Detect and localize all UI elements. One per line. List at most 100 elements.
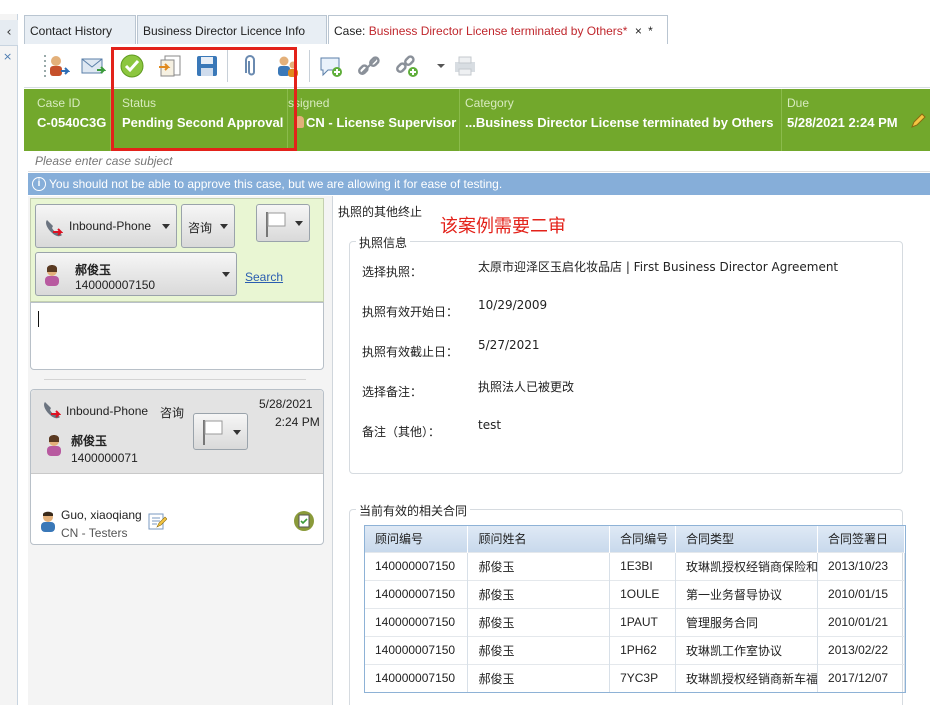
table-cell: 2013/02/22 [817, 635, 905, 664]
table-cell: 2013/10/23 [817, 551, 905, 580]
table-cell: 郝俊玉 [467, 579, 611, 608]
edit-pencil-icon[interactable] [910, 113, 926, 129]
table-cell: 2010/01/21 [817, 607, 905, 636]
table-header-row: 顾问编号 顾问姓名 合同编号 合同类型 合同签署日 [365, 526, 905, 552]
column-header[interactable]: 合同签署日 [817, 526, 905, 552]
agent-avatar-icon [39, 510, 57, 532]
assigned-text: CN - License Supervisor [306, 115, 457, 130]
flag-icon [263, 210, 289, 238]
table-cell: 郝俊玉 [467, 635, 611, 664]
interaction-card[interactable]: Inbound-Phone 咨询 5/28/2021 2:24 PM 郝俊玉 1… [30, 389, 324, 545]
due-cell[interactable]: Due 5/28/2021 2:24 PM [782, 89, 930, 151]
chevron-down-icon [295, 221, 303, 226]
case-id-label: Case ID [37, 96, 81, 110]
field-label: 备注（其他）： [362, 425, 441, 439]
agent-name: Guo, xiaoqiang [61, 508, 142, 522]
flag-icon [200, 418, 226, 446]
second-approval-note: 该案例需要二审 [440, 216, 566, 237]
print-icon [452, 53, 478, 79]
agent-team: CN - Testers [61, 526, 128, 540]
collapse-arrow-icon[interactable]: ‹ [0, 20, 18, 46]
interaction-contact-id: 1400000071 [71, 451, 138, 465]
assigned-cell[interactable]: Assigned CN - License Supervisor [288, 89, 460, 151]
table-cell: 140000007150 [365, 607, 469, 636]
table-row[interactable]: 140000007150 郝俊玉 1PAUT 管理服务合同 2010/01/21 [365, 607, 905, 636]
link-add-icon[interactable] [394, 53, 420, 79]
table-row[interactable]: 140000007150 郝俊玉 7YC3P 玫琳凯授权经销商新车福 2017/… [365, 663, 905, 692]
phone-icon [41, 400, 62, 420]
interaction-card-header: Inbound-Phone 咨询 5/28/2021 2:24 PM 郝俊玉 1… [31, 390, 323, 474]
tab-modified-marker: * [648, 24, 653, 38]
type-dropdown[interactable]: 咨询 [181, 204, 235, 248]
license-info-section: 执照信息 选择执照： 太原市迎泽区玉启化妆品店 | First Business… [349, 234, 903, 474]
table-row[interactable]: 140000007150 郝俊玉 1E3BI 玫琳凯授权经销商保险和 2013/… [365, 551, 905, 580]
tab-case[interactable]: Case: Business Director License terminat… [328, 15, 668, 45]
assign-user-icon[interactable] [44, 53, 71, 79]
column-header[interactable]: 顾问姓名 [467, 526, 611, 552]
due-value: 5/28/2021 2:24 PM [787, 115, 898, 130]
table-row[interactable]: 140000007150 郝俊玉 1PH62 玫琳凯工作室协议 2013/02/… [365, 635, 905, 664]
channel-dropdown[interactable]: Inbound-Phone [35, 204, 177, 248]
assigned-value: CN - License Supervisor [295, 115, 456, 130]
table-cell: 玫琳凯授权经销商新车福 [675, 663, 819, 692]
field-value: 5/27/2021 [478, 338, 540, 352]
table-row[interactable]: 140000007150 郝俊玉 1OULE 第一业务督导协议 2010/01/… [365, 579, 905, 608]
tab-prefix: Case: [334, 24, 369, 38]
column-header[interactable]: 合同类型 [675, 526, 819, 552]
table-cell: 1PAUT [609, 607, 677, 636]
comment-add-icon[interactable] [318, 53, 344, 79]
table-cell: 1OULE [609, 579, 677, 608]
bottom-edge [0, 705, 930, 712]
status-highlight-box [111, 47, 297, 151]
interaction-notes-input[interactable] [30, 302, 324, 370]
tab-contact-history[interactable]: Contact History [24, 15, 136, 44]
table-cell: 1E3BI [609, 551, 677, 580]
license-section-legend: 执照信息 [356, 234, 411, 251]
tab-title: Business Director License terminated by … [368, 24, 628, 38]
left-nav-strip: ‹ × [0, 14, 18, 712]
link-icon[interactable] [356, 53, 382, 79]
email-icon[interactable] [80, 53, 107, 79]
case-id-value: C-0540C3G [37, 115, 107, 130]
task-status-icon[interactable] [293, 510, 315, 532]
field-label: 执照有效截止日： [362, 345, 459, 359]
case-id-cell: Case ID C-0540C3G [24, 89, 111, 151]
info-icon: i [32, 177, 46, 191]
column-header[interactable]: 合同编号 [609, 526, 677, 552]
info-message: You should not be able to approve this c… [49, 177, 503, 191]
field-value: 执照法人已被更改 [478, 380, 575, 394]
field-value: 太原市迎泽区玉启化妆品店 | First Business Director A… [478, 260, 839, 274]
interaction-flag-dropdown[interactable] [193, 413, 248, 450]
contracts-table: 顾问编号 顾问姓名 合同编号 合同类型 合同签署日 140000007150 郝… [364, 525, 906, 693]
tab-business-director-licence-info[interactable]: Business Director Licence Info [137, 15, 327, 44]
table-cell: 玫琳凯授权经销商保险和 [675, 551, 819, 580]
case-subject-input[interactable]: Please enter case subject [28, 152, 930, 172]
table-cell: 管理服务合同 [675, 607, 819, 636]
interaction-contact-name: 郝俊玉 [71, 434, 108, 448]
text-cursor [38, 311, 39, 327]
search-link[interactable]: Search [245, 270, 283, 284]
close-icon[interactable]: × [3, 50, 12, 63]
dropdown-icon[interactable] [428, 53, 445, 79]
tab-label: Business Director Licence Info [143, 24, 306, 38]
interaction-type: 咨询 [160, 406, 185, 420]
table-cell: 1PH62 [609, 635, 677, 664]
chevron-down-icon [222, 272, 230, 277]
table-cell: 2010/01/15 [817, 579, 905, 608]
due-label: Due [787, 96, 810, 110]
table-cell: 140000007150 [365, 551, 469, 580]
interaction-channel: Inbound-Phone [66, 404, 149, 418]
contact-name: 郝俊玉 [75, 263, 112, 277]
category-cell[interactable]: Category ...Business Director License te… [460, 89, 782, 151]
contact-dropdown[interactable]: 郝俊玉 140000007150 [35, 252, 237, 296]
flag-dropdown[interactable] [256, 204, 310, 242]
case-window: ‹ × Contact History Business Director Li… [0, 0, 930, 712]
column-header[interactable]: 顾问编号 [365, 526, 469, 552]
field-label: 选择执照： [362, 265, 423, 279]
field-label: 执照有效开始日： [362, 305, 459, 319]
chevron-down-icon [162, 224, 170, 229]
edit-note-icon[interactable] [147, 511, 168, 531]
contact-avatar-icon [45, 434, 63, 456]
toolbar-grip [32, 53, 46, 79]
tab-close-icon[interactable]: × [635, 24, 642, 38]
